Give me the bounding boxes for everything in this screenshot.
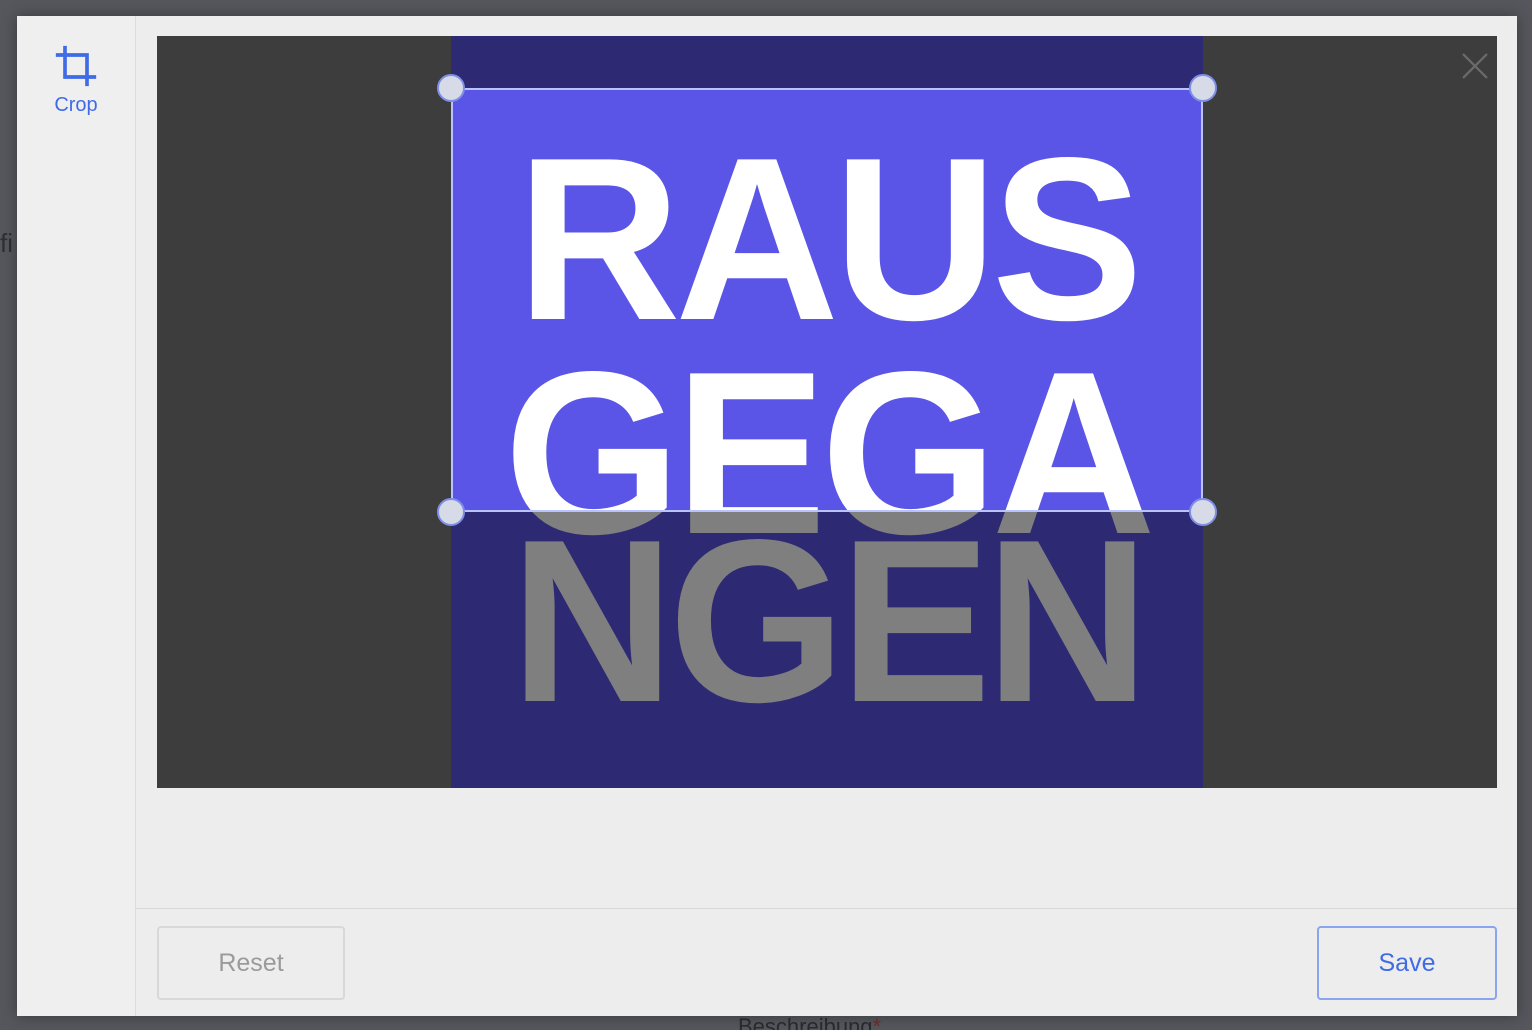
crop-icon [55,45,97,87]
close-button[interactable] [1455,46,1495,86]
crop-tool-label: Crop [54,94,98,116]
close-icon [1462,53,1488,79]
crop-tool-button[interactable]: Crop [17,44,135,117]
crop-shade-right [1203,88,1497,512]
arrow-left-icon [168,54,194,78]
editor-footer: Reset Save [136,908,1517,1017]
crop-handle-top-right[interactable] [1189,74,1217,102]
crop-handle-top-left[interactable] [437,74,465,102]
image-editor-modal: Crop RAUS GEGA NGEN [17,16,1517,1016]
background-text-fragment: fi [0,228,13,258]
crop-shade-bottom [157,512,1497,788]
editor-canvas: RAUS GEGA NGEN [157,36,1497,788]
crop-shade-top [157,36,1497,88]
crop-handle-bottom-left[interactable] [437,498,465,526]
crop-handle-bottom-right[interactable] [1189,498,1217,526]
crop-selection-box[interactable] [451,88,1203,512]
crop-shade-left [157,88,451,512]
back-button[interactable] [161,46,201,86]
reset-button[interactable]: Reset [157,926,345,1000]
tool-sidebar: Crop [17,16,136,1016]
save-button[interactable]: Save [1317,926,1497,1000]
